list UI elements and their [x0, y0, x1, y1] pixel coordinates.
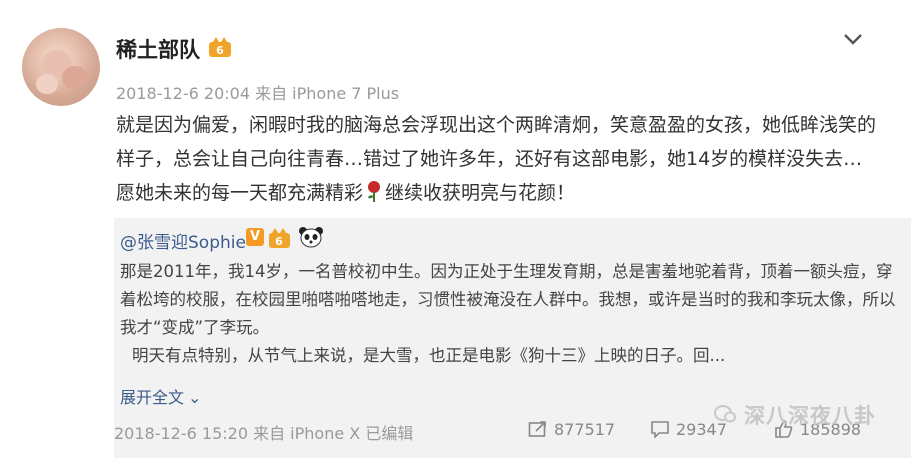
- weibo-post: 稀土部队 6 2018-12-6 20:04 来自 iPhone 7 Plus …: [0, 0, 911, 458]
- repost-meta: 2018-12-6 15:20 来自 iPhone X 已编辑: [114, 424, 414, 443]
- panda-icon: [299, 227, 323, 248]
- expand-full-text-link[interactable]: 展开全文 ⌄: [120, 384, 201, 408]
- repost-count[interactable]: 877517: [528, 420, 615, 439]
- expand-label: 展开全文: [120, 388, 185, 407]
- comment-icon: [651, 421, 669, 439]
- vip-icon: 6: [269, 228, 290, 248]
- post-content-tail: 继续收获明亮与花颜！: [385, 182, 576, 204]
- svg-text:6: 6: [216, 44, 224, 57]
- post-content: 就是因为偏爱，闲暇时我的脑海总会浮现出这个两眸清炯，笑意盈盈的女孩，她低眸浅笑的…: [116, 108, 876, 210]
- watermark-icon: [714, 405, 736, 423]
- watermark-text: 深八深夜八卦: [744, 404, 876, 428]
- repost-paragraph-2: 明天有点特别，从节气上来说，是大雪，也正是电影《狗十三》上映的日子。回...: [132, 346, 726, 365]
- verified-badge: V: [246, 228, 264, 246]
- repost-username[interactable]: @张雪迎Sophie: [120, 228, 246, 253]
- repost-card[interactable]: @张雪迎Sophie V 6 那是2011年，我14岁，一名普校初中生。因为正处…: [114, 218, 911, 458]
- repost-paragraph-1: 那是2011年，我14岁，一名普校初中生。因为正处于生理发育期，总是害羞地驼着背…: [120, 262, 896, 337]
- username[interactable]: 稀土部队: [116, 34, 200, 64]
- expand-arrow-icon: ⌄: [188, 388, 202, 407]
- repost-icon: [528, 421, 546, 437]
- repost-text: 那是2011年，我14岁，一名普校初中生。因为正处于生理发育期，总是害羞地驼着背…: [120, 258, 900, 370]
- post-meta: 2018-12-6 20:04 来自 iPhone 7 Plus: [116, 84, 400, 103]
- vip-icon: 6: [209, 37, 231, 57]
- rose-icon: [368, 181, 381, 202]
- svg-text:6: 6: [275, 235, 283, 248]
- avatar[interactable]: [22, 28, 100, 106]
- chevron-down-icon[interactable]: [842, 30, 864, 48]
- repost-count-value: 877517: [554, 420, 616, 439]
